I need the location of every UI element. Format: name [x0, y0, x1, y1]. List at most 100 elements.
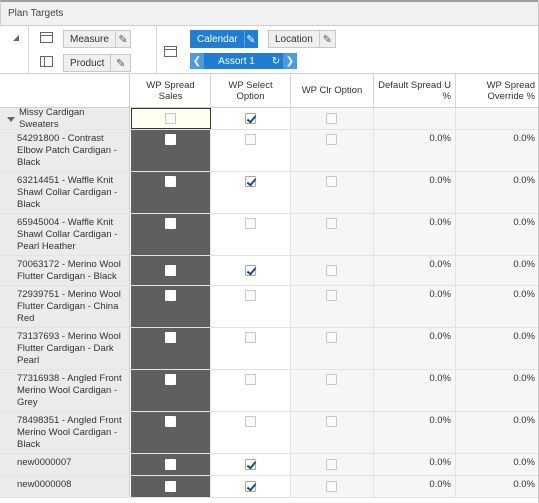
wp-clr-option-checkbox[interactable]	[326, 332, 337, 343]
wp-spread-sales-cell[interactable]	[131, 214, 211, 255]
prev-arrow-icon[interactable]: ❮	[190, 53, 204, 69]
wp-select-option-checkbox[interactable]	[244, 458, 256, 470]
wp-clr-option-checkbox[interactable]	[326, 458, 337, 470]
col-header-default-spread[interactable]: Default Spread U %	[374, 74, 456, 108]
wp-clr-option-cell[interactable]	[291, 256, 374, 285]
spread-override-cell[interactable]: 0.0%	[456, 286, 539, 327]
rotate-icon[interactable]: ↻	[269, 56, 283, 67]
default-spread-cell[interactable]: 0.0%	[374, 172, 456, 213]
wp-clr-option-checkbox[interactable]	[326, 416, 337, 427]
wp-spread-sales-cell[interactable]	[131, 370, 211, 411]
wp-select-option-cell[interactable]	[211, 214, 291, 255]
wp-clr-option-checkbox[interactable]	[326, 480, 337, 492]
spread-override-cell[interactable]: 0.0%	[456, 412, 539, 453]
spread-override-cell[interactable]: 0.0%	[456, 214, 539, 255]
wp-clr-option-checkbox[interactable]	[326, 290, 337, 301]
col-header-wp-clr-option[interactable]: WP Clr Option	[291, 74, 374, 108]
wp-select-option-cell[interactable]	[211, 286, 291, 327]
wp-select-option-checkbox[interactable]	[244, 176, 256, 187]
spread-override-cell[interactable]: 0.0%	[456, 328, 539, 369]
pencil-icon[interactable]: ✎	[114, 31, 130, 47]
wp-clr-option-checkbox[interactable]	[326, 134, 337, 145]
wp-clr-option-cell[interactable]	[291, 172, 374, 213]
row-label[interactable]: new0000007	[0, 454, 130, 475]
spread-override-cell[interactable]: 0.0%	[456, 476, 539, 497]
wp-select-option-checkbox[interactable]	[244, 480, 256, 492]
wp-select-option-cell[interactable]	[211, 412, 291, 453]
wp-spread-sales-cell[interactable]	[131, 256, 211, 285]
spread-override-cell[interactable]: 0.0%	[456, 130, 539, 171]
wp-select-option-cell[interactable]	[211, 130, 291, 171]
wp-select-option-checkbox[interactable]	[244, 134, 256, 145]
wp-clr-option-cell[interactable]	[291, 412, 374, 453]
measure-tile[interactable]: Measure ✎	[63, 30, 131, 48]
wp-spread-sales-checkbox[interactable]	[164, 290, 176, 301]
row-label[interactable]: 77316938 - Angled Front Merino Wool Card…	[0, 370, 130, 411]
wp-spread-sales-cell[interactable]	[131, 108, 211, 129]
default-spread-cell[interactable]: 0.0%	[374, 476, 456, 497]
wp-select-option-checkbox[interactable]	[244, 332, 256, 343]
wp-select-option-cell[interactable]	[211, 172, 291, 213]
wp-select-option-checkbox[interactable]	[244, 416, 256, 427]
wp-clr-option-cell[interactable]	[291, 370, 374, 411]
wp-spread-sales-checkbox[interactable]	[164, 218, 176, 229]
product-tile[interactable]: Product ✎	[63, 54, 131, 72]
row-label[interactable]: new0000008	[0, 476, 130, 497]
wp-select-option-checkbox[interactable]	[244, 290, 256, 301]
wp-spread-sales-cell[interactable]	[131, 286, 211, 327]
wp-clr-option-cell[interactable]	[291, 130, 374, 171]
row-label[interactable]: 70063172 - Merino Wool Flutter Cardigan …	[0, 256, 130, 285]
wp-select-option-cell[interactable]	[211, 476, 291, 497]
wp-spread-sales-checkbox[interactable]	[164, 134, 176, 145]
expand-caret-icon[interactable]	[7, 117, 15, 122]
wp-clr-option-checkbox[interactable]	[326, 112, 337, 124]
wp-select-option-cell[interactable]	[211, 108, 291, 129]
col-header-wp-spread-sales[interactable]: WP Spread Sales	[131, 74, 211, 108]
pencil-icon[interactable]: ✎	[243, 31, 257, 47]
spread-override-cell[interactable]: 0.0%	[456, 454, 539, 475]
default-spread-cell[interactable]: 0.0%	[374, 256, 456, 285]
row-label[interactable]: 73137693 - Merino Wool Flutter Cardigan …	[0, 328, 130, 369]
default-spread-cell[interactable]: 0.0%	[374, 286, 456, 327]
spread-override-cell[interactable]: 0.0%	[456, 370, 539, 411]
wp-clr-option-cell[interactable]	[291, 214, 374, 255]
row-label[interactable]: 72939751 - Merino Wool Flutter Cardigan …	[0, 286, 130, 327]
default-spread-cell[interactable]: 0.0%	[374, 130, 456, 171]
wp-spread-sales-checkbox[interactable]	[164, 416, 176, 427]
wp-clr-option-cell[interactable]	[291, 286, 374, 327]
wp-spread-sales-cell[interactable]	[131, 130, 211, 171]
row-label[interactable]: Missy Cardigan Sweaters	[0, 107, 130, 130]
col-header-wp-select-option[interactable]: WP Select Option	[211, 74, 291, 108]
row-label[interactable]: 65945004 - Waffle Knit Shawl Collar Card…	[0, 214, 130, 255]
spread-override-cell[interactable]	[456, 108, 539, 129]
row-label[interactable]: 78498351 - Angled Front Merino Wool Card…	[0, 412, 130, 453]
wp-spread-sales-checkbox[interactable]	[164, 374, 176, 385]
wp-spread-sales-cell[interactable]	[131, 172, 211, 213]
wp-clr-option-cell[interactable]	[291, 108, 374, 129]
wp-clr-option-checkbox[interactable]	[326, 218, 337, 229]
wp-select-option-checkbox[interactable]	[244, 218, 256, 229]
wp-clr-option-cell[interactable]	[291, 328, 374, 369]
spread-override-cell[interactable]: 0.0%	[456, 256, 539, 285]
default-spread-cell[interactable]: 0.0%	[374, 370, 456, 411]
wp-spread-sales-cell[interactable]	[131, 412, 211, 453]
wp-clr-option-checkbox[interactable]	[326, 264, 337, 276]
col-header-spread-override[interactable]: WP Spread Override %	[456, 74, 539, 108]
default-spread-cell[interactable]: 0.0%	[374, 214, 456, 255]
assort-selector[interactable]: ❮ Assort 1 ↻ ❯	[190, 53, 297, 69]
default-spread-cell[interactable]	[374, 108, 456, 129]
pivot-corner[interactable]	[3, 26, 29, 74]
wp-select-option-cell[interactable]	[211, 370, 291, 411]
wp-select-option-cell[interactable]	[211, 328, 291, 369]
calendar-tile[interactable]: Calendar ✎	[190, 30, 258, 48]
wp-spread-sales-checkbox[interactable]	[164, 458, 176, 470]
next-arrow-icon[interactable]: ❯	[283, 53, 297, 69]
wp-select-option-checkbox[interactable]	[244, 374, 256, 385]
wp-spread-sales-checkbox[interactable]	[164, 480, 176, 492]
default-spread-cell[interactable]: 0.0%	[374, 328, 456, 369]
wp-spread-sales-checkbox[interactable]	[164, 264, 176, 276]
default-spread-cell[interactable]: 0.0%	[374, 412, 456, 453]
wp-spread-sales-cell[interactable]	[131, 476, 211, 497]
wp-select-option-cell[interactable]	[211, 256, 291, 285]
wp-select-option-checkbox[interactable]	[244, 264, 256, 276]
